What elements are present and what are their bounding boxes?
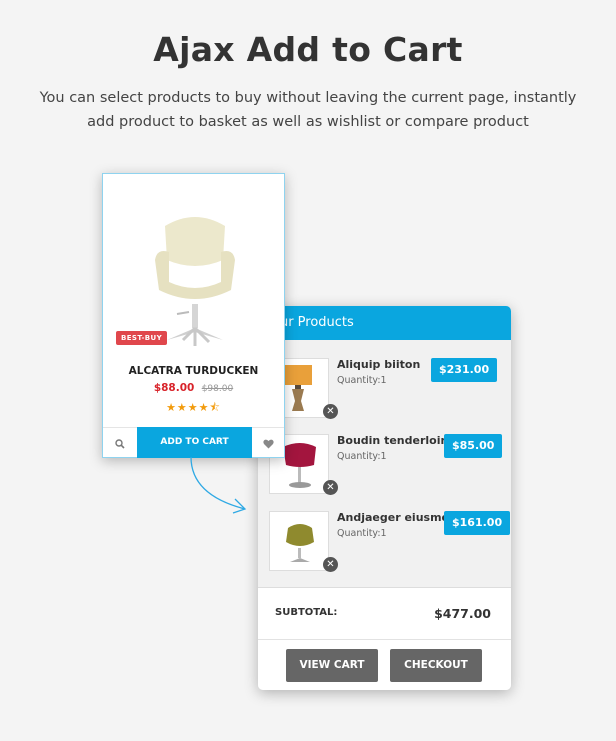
remove-item-button[interactable]: ✕	[323, 557, 338, 572]
cart-item-price: $231.00	[431, 358, 498, 382]
olive-chair-image	[286, 524, 314, 562]
cart-footer: SUBTOTAL: $477.00 VIEW CART CHECKOUT	[258, 587, 511, 690]
remove-item-button[interactable]: ✕	[323, 480, 338, 495]
cart-item-quantity: Quantity:1	[337, 528, 387, 539]
product-old-price: $98.00	[201, 384, 234, 394]
best-buy-badge: BEST-BUY	[116, 331, 168, 345]
divider	[258, 639, 511, 640]
cart-item-thumbnail[interactable]	[269, 511, 329, 571]
subtotal-label: SUBTOTAL:	[275, 607, 338, 618]
product-card: BEST-BUY ALCATRA TURDUCKEN $88.00 $98.00…	[102, 173, 285, 458]
subtitle-line-1: You can select products to buy without l…	[39, 90, 577, 106]
product-price: $88.00	[153, 382, 195, 394]
cart-item-quantity: Quantity:1	[337, 451, 387, 462]
star-rating: ★★★★⯪	[166, 401, 221, 414]
page-subtitle: You can select products to buy without l…	[20, 86, 596, 134]
cart-item: ✕ Aliquip biiton Quantity:1 $231.00	[269, 358, 504, 419]
product-name[interactable]: ALCATRA TURDUCKEN	[103, 365, 284, 377]
heart-icon[interactable]	[252, 428, 284, 458]
cart-item-quantity: Quantity:1	[337, 375, 387, 386]
view-cart-button[interactable]: VIEW CART	[286, 649, 378, 682]
mini-cart-panel: our Products ✕ Aliquip biiton Quantity:1…	[258, 306, 511, 690]
cart-item-name[interactable]: Boudin tenderloin	[337, 434, 448, 447]
product-actions: ADD TO CART	[103, 427, 284, 458]
curved-arrow-icon	[190, 456, 247, 514]
cart-item-price: $161.00	[444, 511, 511, 535]
page-title: Ajax Add to Cart	[153, 30, 463, 69]
search-icon[interactable]	[103, 428, 137, 458]
remove-item-button[interactable]: ✕	[323, 404, 338, 419]
add-to-cart-button[interactable]: ADD TO CART	[137, 427, 252, 458]
cart-item-name[interactable]: Aliquip biiton	[337, 358, 420, 371]
cart-item: ✕ Andjaeger eiusmo Quantity:1 $161.00	[269, 511, 511, 572]
checkout-button[interactable]: CHECKOUT	[390, 649, 482, 682]
cart-item-name[interactable]: Andjaeger eiusmo	[337, 511, 449, 524]
subtitle-line-2: add product to basket as well as wishlis…	[87, 114, 529, 130]
cart-item: ✕ Boudin tenderloin Quantity:1 $85.00	[269, 434, 504, 495]
subtotal-value: $477.00	[434, 606, 491, 621]
cart-header: our Products	[258, 306, 511, 340]
product-prices: $88.00 $98.00	[103, 382, 284, 394]
cart-item-price: $85.00	[444, 434, 503, 458]
